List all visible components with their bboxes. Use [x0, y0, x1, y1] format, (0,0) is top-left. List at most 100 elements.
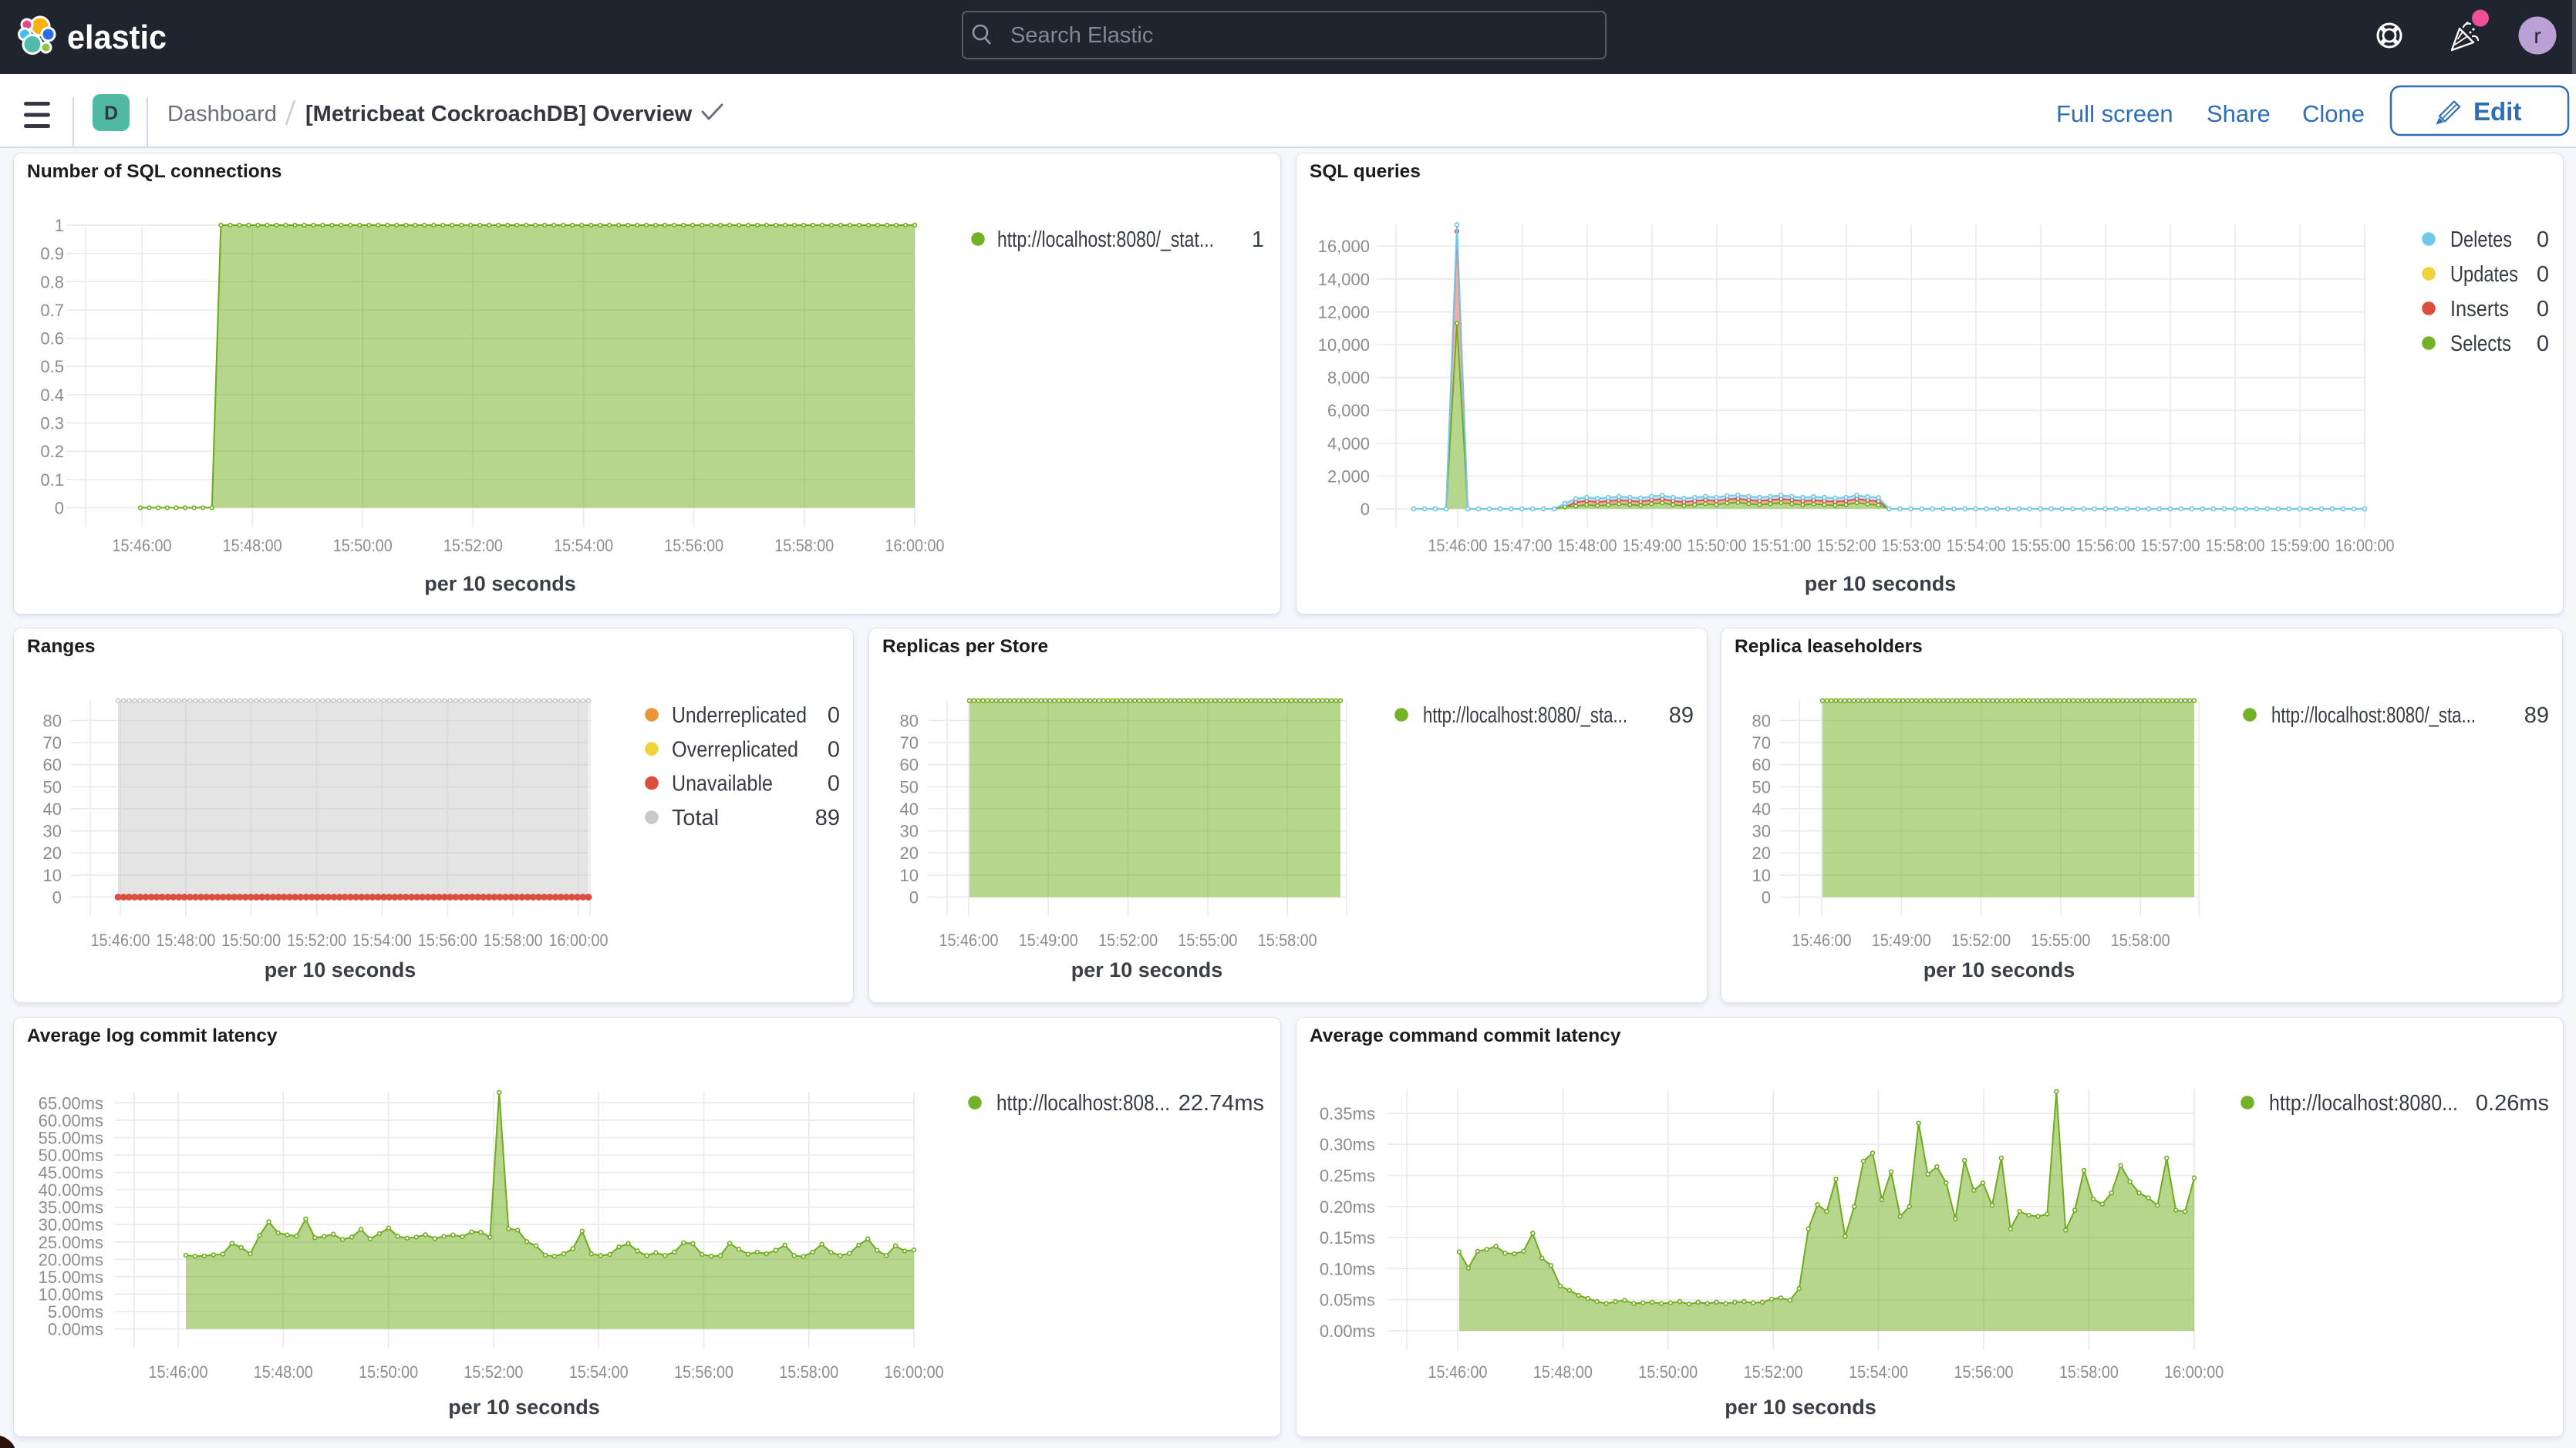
- svg-text:0.8: 0.8: [40, 272, 64, 291]
- svg-text:15:48:00: 15:48:00: [1533, 1362, 1593, 1382]
- svg-text:14,000: 14,000: [1318, 270, 1370, 289]
- svg-text:30: 30: [1752, 822, 1771, 841]
- svg-text:0.05ms: 0.05ms: [1320, 1291, 1375, 1310]
- svg-text:Search Elastic: Search Elastic: [1010, 23, 1153, 48]
- svg-text:15:49:00: 15:49:00: [1872, 931, 1931, 950]
- svg-text:per 10 seconds: per 10 seconds: [448, 1396, 600, 1419]
- svg-text:15:58:00: 15:58:00: [484, 931, 543, 950]
- svg-text:15:58:00: 15:58:00: [779, 1362, 838, 1382]
- svg-text:22.74ms: 22.74ms: [1178, 1091, 1264, 1116]
- svg-text:0.4: 0.4: [40, 386, 64, 405]
- svg-text:0: 0: [828, 703, 840, 728]
- svg-text:15:50:00: 15:50:00: [1638, 1362, 1698, 1382]
- svg-text:60: 60: [900, 756, 919, 775]
- svg-text:10: 10: [900, 866, 919, 885]
- svg-text:15:54:00: 15:54:00: [352, 931, 412, 950]
- svg-text:15:58:00: 15:58:00: [2059, 1362, 2119, 1382]
- svg-text:15:58:00: 15:58:00: [1258, 931, 1317, 950]
- svg-text:Underreplicated: Underreplicated: [672, 703, 807, 728]
- svg-text:per 10 seconds: per 10 seconds: [424, 572, 576, 595]
- svg-text:2,000: 2,000: [1327, 466, 1370, 486]
- svg-text:Unavailable: Unavailable: [672, 772, 773, 796]
- svg-text:per 10 seconds: per 10 seconds: [1805, 572, 1957, 595]
- svg-text:http://localhost:8080...: http://localhost:8080...: [2269, 1091, 2458, 1116]
- svg-text:15:58:00: 15:58:00: [2206, 536, 2265, 555]
- svg-text:15:56:00: 15:56:00: [674, 1362, 733, 1382]
- svg-text:Edit: Edit: [2473, 97, 2521, 126]
- svg-text:80: 80: [43, 712, 62, 731]
- svg-text:10,000: 10,000: [1318, 335, 1370, 355]
- svg-text:15:54:00: 15:54:00: [569, 1362, 629, 1382]
- svg-text:0: 0: [52, 888, 62, 908]
- svg-text:0.25ms: 0.25ms: [1320, 1167, 1375, 1186]
- svg-text:0: 0: [2537, 297, 2549, 322]
- svg-text:0.5: 0.5: [40, 357, 64, 376]
- svg-text:15:46:00: 15:46:00: [149, 1362, 208, 1382]
- svg-text:0.26ms: 0.26ms: [2476, 1091, 2549, 1116]
- svg-text:50: 50: [900, 777, 919, 796]
- svg-text:0.7: 0.7: [40, 301, 64, 320]
- svg-text:15:52:00: 15:52:00: [1951, 931, 2011, 950]
- svg-text:15:50:00: 15:50:00: [1688, 536, 1747, 555]
- svg-text:15:52:00: 15:52:00: [1817, 536, 1876, 555]
- svg-text:per 10 seconds: per 10 seconds: [1924, 958, 2075, 982]
- svg-text:40: 40: [900, 800, 919, 819]
- svg-text:15:54:00: 15:54:00: [1947, 536, 2006, 555]
- svg-text:15:46:00: 15:46:00: [1428, 536, 1488, 555]
- svg-text:1: 1: [1252, 227, 1264, 252]
- svg-text:45.00ms: 45.00ms: [39, 1163, 103, 1183]
- svg-text:Selects: Selects: [2450, 332, 2511, 356]
- svg-text:elastic: elastic: [67, 19, 167, 56]
- svg-text:89: 89: [1669, 703, 1694, 728]
- svg-text:65.00ms: 65.00ms: [39, 1093, 103, 1113]
- svg-text:0: 0: [2537, 262, 2549, 287]
- svg-text:15:52:00: 15:52:00: [287, 931, 346, 950]
- svg-text:89: 89: [2524, 703, 2549, 728]
- svg-text:per 10 seconds: per 10 seconds: [265, 958, 416, 982]
- svg-text:Deletes: Deletes: [2450, 227, 2512, 252]
- svg-text:0: 0: [828, 737, 840, 762]
- svg-text:0.30ms: 0.30ms: [1320, 1135, 1375, 1154]
- svg-text:16:00:00: 16:00:00: [885, 536, 945, 555]
- svg-text:15:59:00: 15:59:00: [2271, 536, 2330, 555]
- svg-text:50: 50: [1752, 777, 1771, 796]
- svg-text:0: 0: [55, 499, 64, 518]
- svg-text:15:49:00: 15:49:00: [1019, 931, 1078, 950]
- svg-text:[Metricbeat CockroachDB] Overv: [Metricbeat CockroachDB] Overview: [305, 102, 693, 126]
- svg-text:4,000: 4,000: [1327, 434, 1370, 453]
- svg-text:15:52:00: 15:52:00: [1744, 1362, 1803, 1382]
- svg-text:20.00ms: 20.00ms: [39, 1250, 103, 1269]
- svg-text:40: 40: [43, 800, 62, 819]
- svg-text:15:56:00: 15:56:00: [1954, 1362, 2014, 1382]
- svg-text:15.00ms: 15.00ms: [39, 1268, 103, 1287]
- svg-text:15:55:00: 15:55:00: [2011, 536, 2071, 555]
- svg-text:15:46:00: 15:46:00: [91, 931, 150, 950]
- svg-text:60.00ms: 60.00ms: [39, 1111, 103, 1130]
- svg-text:15:52:00: 15:52:00: [443, 536, 503, 555]
- svg-text:0.35ms: 0.35ms: [1320, 1104, 1375, 1123]
- svg-text:http://localhost:8080/_stat...: http://localhost:8080/_stat...: [997, 227, 1214, 252]
- svg-text:30: 30: [900, 822, 919, 841]
- svg-text:15:55:00: 15:55:00: [2031, 931, 2090, 950]
- svg-text:15:52:00: 15:52:00: [1098, 931, 1158, 950]
- svg-text:6,000: 6,000: [1327, 401, 1370, 420]
- svg-text:10: 10: [1752, 866, 1771, 885]
- svg-text:15:50:00: 15:50:00: [333, 536, 393, 555]
- svg-text:Overreplicated: Overreplicated: [672, 737, 798, 762]
- svg-text:40: 40: [1752, 800, 1771, 819]
- svg-text:15:46:00: 15:46:00: [1428, 1362, 1488, 1382]
- svg-text:Share: Share: [2207, 100, 2271, 127]
- svg-text:70: 70: [1752, 733, 1771, 753]
- svg-text:15:48:00: 15:48:00: [223, 536, 282, 555]
- svg-text:http://localhost:8080/_sta...: http://localhost:8080/_sta...: [1423, 703, 1627, 728]
- svg-text:50.00ms: 50.00ms: [39, 1146, 103, 1165]
- svg-text:1: 1: [55, 216, 64, 235]
- svg-text:15:57:00: 15:57:00: [2141, 536, 2200, 555]
- svg-text:0: 0: [2537, 227, 2549, 252]
- svg-text:70: 70: [43, 733, 62, 753]
- svg-text:15:52:00: 15:52:00: [464, 1362, 523, 1382]
- svg-text:15:48:00: 15:48:00: [156, 931, 215, 950]
- svg-text:Inserts: Inserts: [2450, 297, 2509, 322]
- svg-text:35.00ms: 35.00ms: [39, 1198, 103, 1217]
- svg-text:0.10ms: 0.10ms: [1320, 1259, 1375, 1278]
